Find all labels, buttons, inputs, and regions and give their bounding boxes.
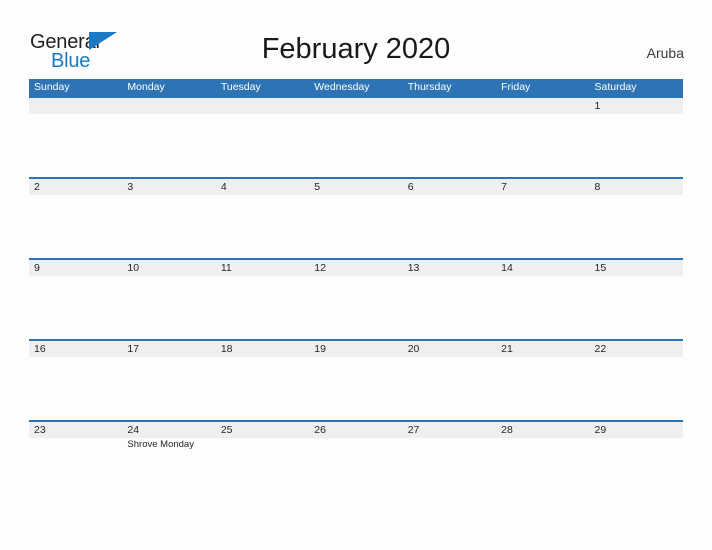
day-number: 14 [501,262,513,274]
calendar-week-row: 9 10 11 12 13 14 15 [29,258,683,339]
day-number: 8 [594,181,601,193]
page-title: February 2020 [261,33,451,65]
calendar-day-cell[interactable]: 8 [590,179,683,258]
day-number: 28 [501,424,513,436]
day-number: 26 [314,424,326,436]
calendar-day-cell[interactable]: 16 [29,341,122,420]
calendar-empty-cell [309,98,402,177]
calendar-day-cell[interactable]: 28 [496,422,589,501]
day-number: 29 [594,424,607,436]
day-number: 7 [501,181,507,193]
calendar-week-row: 16 17 18 19 20 21 22 [29,339,683,420]
calendar-week-cells: 2 3 4 5 6 7 8 [29,179,683,258]
region-label: Aruba [646,45,684,61]
calendar-day-cell[interactable]: 26 [309,422,402,501]
calendar-empty-cell [29,98,122,177]
day-number: 24 [127,424,140,436]
weekday-sunday: Sunday [34,81,70,93]
calendar-week-cells: 23 24 Shrove Monday 25 26 27 28 29 [29,422,683,501]
day-number: 25 [220,424,233,436]
page-header: General Blue February 2020 Aruba [0,0,712,78]
calendar-week-row: 23 24 Shrove Monday 25 26 27 28 29 [29,420,683,501]
calendar-day-cell[interactable]: 3 [122,179,215,258]
calendar-day-cell[interactable]: 9 [29,260,122,339]
day-number: 12 [314,262,326,274]
day-number: 22 [594,343,607,355]
day-number: 3 [127,181,134,193]
calendar-day-cell[interactable]: 14 [496,260,589,339]
day-number: 20 [407,343,420,355]
calendar-day-cell[interactable]: 23 [29,422,122,501]
calendar-day-cell[interactable]: 7 [496,179,589,258]
calendar-weeks: 1 2 3 4 5 6 7 8 9 10 11 12 13 14 15 16 17 18 19 20 21 22 23 24 S… [29,96,683,501]
weekday-tuesday: Tuesday [220,81,261,93]
day-number: 9 [34,262,40,274]
calendar-day-cell[interactable]: 27 [403,422,496,501]
weekday-saturday: Saturday [594,81,637,93]
holiday-label: Shrove Monday [127,439,194,450]
calendar-day-cell[interactable]: 11 [216,260,309,339]
calendar-page: General Blue February 2020 Aruba Sunday … [0,0,712,550]
day-number: 10 [127,262,140,274]
calendar-day-cell[interactable]: 24 Shrove Monday [122,422,215,501]
calendar-day-cell[interactable]: 22 [590,341,683,420]
calendar-empty-cell [216,98,309,177]
calendar-week-cells: 1 [29,98,683,177]
day-number: 1 [594,100,601,112]
day-number: 17 [127,343,140,355]
calendar-day-cell[interactable]: 19 [309,341,402,420]
weekday-header-row: Sunday Monday Tuesday Wednesday Thursday… [29,79,683,96]
calendar-day-cell[interactable]: 4 [216,179,309,258]
calendar-day-cell[interactable]: 5 [309,179,402,258]
calendar-day-cell[interactable]: 10 [122,260,215,339]
day-number: 19 [314,343,326,355]
day-number: 2 [34,181,40,193]
calendar-day-cell[interactable]: 1 [590,98,683,177]
calendar-day-cell[interactable]: 15 [590,260,683,339]
calendar-week-cells: 9 10 11 12 13 14 15 [29,260,683,339]
calendar-empty-cell [403,98,496,177]
calendar-empty-cell [122,98,215,177]
weekday-wednesday: Wednesday [314,81,370,93]
day-number: 13 [407,262,420,274]
calendar-day-cell[interactable]: 2 [29,179,122,258]
day-number: 21 [501,343,513,355]
calendar-day-cell[interactable]: 21 [496,341,589,420]
day-number: 18 [220,343,233,355]
calendar-grid: Sunday Monday Tuesday Wednesday Thursday… [29,79,683,501]
day-number: 11 [220,262,232,274]
calendar-day-cell[interactable]: 6 [403,179,496,258]
day-number: 15 [594,262,607,274]
calendar-day-cell[interactable]: 25 [216,422,309,501]
day-number: 27 [407,424,420,436]
calendar-day-cell[interactable]: 29 [590,422,683,501]
day-number: 4 [220,181,227,193]
weekday-friday: Friday [501,81,531,93]
day-number: 23 [34,424,46,436]
calendar-day-cell[interactable]: 18 [216,341,309,420]
calendar-week-row: 1 [29,96,683,177]
calendar-day-cell[interactable]: 17 [122,341,215,420]
calendar-week-cells: 16 17 18 19 20 21 22 [29,341,683,420]
weekday-thursday: Thursday [407,81,452,93]
calendar-day-cell[interactable]: 20 [403,341,496,420]
calendar-day-cell[interactable]: 12 [309,260,402,339]
day-number: 5 [314,181,321,193]
day-number: 16 [34,343,46,355]
calendar-empty-cell [496,98,589,177]
calendar-day-cell[interactable]: 13 [403,260,496,339]
weekday-monday: Monday [127,81,165,93]
calendar-week-row: 2 3 4 5 6 7 8 [29,177,683,258]
day-number: 6 [407,181,414,193]
